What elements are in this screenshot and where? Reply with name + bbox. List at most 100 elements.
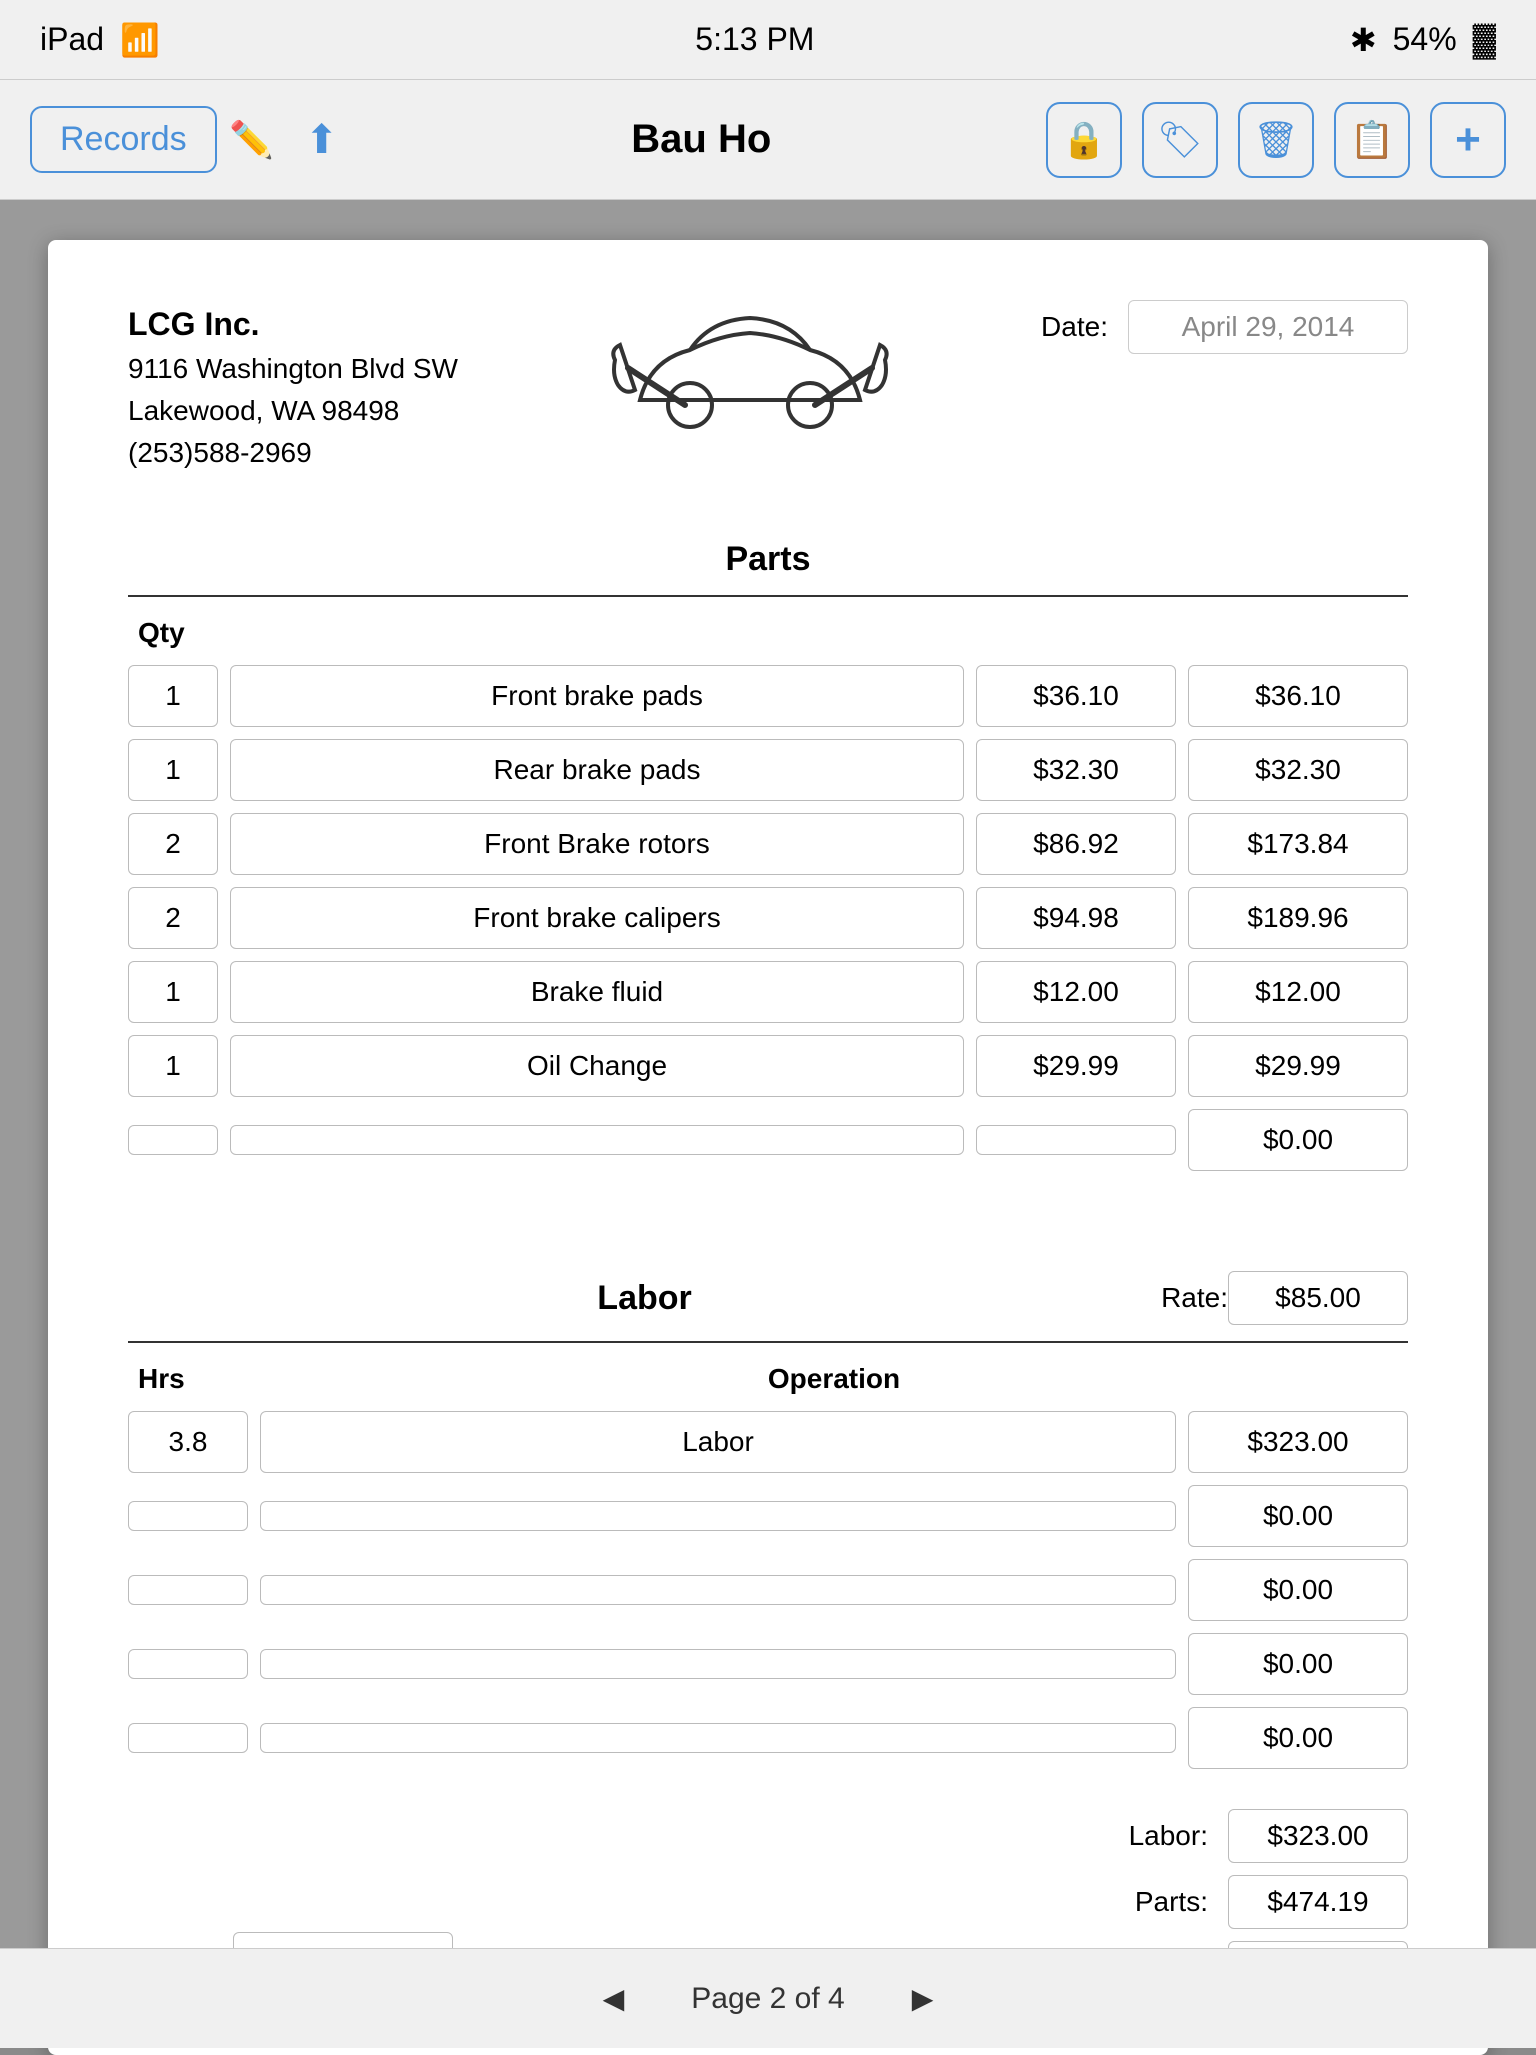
labor-total-4[interactable]: $0.00 <box>1188 1707 1408 1769</box>
company-name: LCG Inc. <box>128 300 458 348</box>
main-content: LCG Inc. 9116 Washington Blvd SW Lakewoo… <box>0 200 1536 1948</box>
company-address2: Lakewood, WA 98498 <box>128 390 458 432</box>
parts-row: 2 Front brake calipers $94.98 $189.96 <box>128 887 1408 949</box>
next-arrow[interactable]: ► <box>905 1978 941 2020</box>
parts-desc-6[interactable] <box>230 1125 964 1155</box>
trash-icon: 🗑 <box>1253 119 1299 161</box>
parts-total-4[interactable]: $12.00 <box>1188 961 1408 1023</box>
share-button[interactable]: ⬆ <box>287 105 357 175</box>
parts-qty-0[interactable]: 1 <box>128 665 218 727</box>
labor-op-0[interactable]: Labor <box>260 1411 1176 1473</box>
parts-total-5[interactable]: $29.99 <box>1188 1035 1408 1097</box>
parts-qty-5[interactable]: 1 <box>128 1035 218 1097</box>
parts-qty-1[interactable]: 1 <box>128 739 218 801</box>
parts-desc-3[interactable]: Front brake calipers <box>230 887 964 949</box>
invoice-header: LCG Inc. 9116 Washington Blvd SW Lakewoo… <box>128 300 1408 474</box>
car-logo <box>610 300 890 460</box>
parts-desc-5[interactable]: Oil Change <box>230 1035 964 1097</box>
parts-total-0[interactable]: $36.10 <box>1188 665 1408 727</box>
parts-total-2[interactable]: $173.84 <box>1188 813 1408 875</box>
share-icon: ⬆ <box>305 117 339 163</box>
labor-row: $0.00 <box>128 1633 1408 1695</box>
labor-hrs-1[interactable] <box>128 1501 248 1531</box>
parts-qty-6[interactable] <box>128 1125 218 1155</box>
invoice-document: LCG Inc. 9116 Washington Blvd SW Lakewoo… <box>48 240 1488 2055</box>
parts-price-6[interactable] <box>976 1125 1176 1155</box>
parts-row: 1 Oil Change $29.99 $29.99 <box>128 1035 1408 1097</box>
labor-total-2[interactable]: $0.00 <box>1188 1559 1408 1621</box>
hrs-header: Hrs <box>128 1363 248 1395</box>
status-bar: iPad 📶 5:13 PM ✱ 54% ▓ <box>0 0 1536 80</box>
page-info: Page 2 of 4 <box>691 1982 844 2016</box>
parts-price-2[interactable]: $86.92 <box>976 813 1176 875</box>
labor-table: 3.8 Labor $323.00 $0.00 $0.00 $0.00 $0.0… <box>128 1411 1408 1769</box>
battery-icon: ▓ <box>1473 21 1496 58</box>
parts-qty-4[interactable]: 1 <box>128 961 218 1023</box>
nav-title: Bau Ho <box>631 117 771 162</box>
status-left: iPad 📶 <box>40 21 160 59</box>
labor-row: $0.00 <box>128 1707 1408 1769</box>
parts-total-3[interactable]: $189.96 <box>1188 887 1408 949</box>
date-label: Date: <box>1041 311 1108 343</box>
parts-price-5[interactable]: $29.99 <box>976 1035 1176 1097</box>
labor-summary-row: Labor: $323.00 <box>1088 1809 1408 1863</box>
copy-icon: 📋 <box>1350 119 1395 161</box>
labor-summary-value: $323.00 <box>1228 1809 1408 1863</box>
rate-value[interactable]: $85.00 <box>1228 1271 1408 1325</box>
labor-hrs-2[interactable] <box>128 1575 248 1605</box>
parts-qty-3[interactable]: 2 <box>128 887 218 949</box>
labor-op-2[interactable] <box>260 1575 1176 1605</box>
wifi-icon: 📶 <box>120 21 160 59</box>
labor-col-headers: Hrs Operation <box>128 1363 1408 1395</box>
labor-row: 3.8 Labor $323.00 <box>128 1411 1408 1473</box>
date-value[interactable]: April 29, 2014 <box>1128 300 1408 354</box>
edit-button[interactable]: ✏️ <box>217 105 287 175</box>
date-field: Date: April 29, 2014 <box>1041 300 1408 354</box>
labor-op-3[interactable] <box>260 1649 1176 1679</box>
tag-button[interactable]: 🏷 <box>1142 102 1218 178</box>
records-button[interactable]: Records <box>30 106 217 173</box>
parts-summary-value: $474.19 <box>1228 1875 1408 1929</box>
parts-row: $0.00 <box>128 1109 1408 1171</box>
parts-table: 1 Front brake pads $36.10 $36.10 1 Rear … <box>128 665 1408 1171</box>
trash-button[interactable]: 🗑 <box>1238 102 1314 178</box>
parts-desc-0[interactable]: Front brake pads <box>230 665 964 727</box>
parts-title: Parts <box>128 524 1408 597</box>
edit-icon: ✏️ <box>229 119 274 161</box>
parts-total-1[interactable]: $32.30 <box>1188 739 1408 801</box>
add-button[interactable]: + <box>1430 102 1506 178</box>
parts-qty-2[interactable]: 2 <box>128 813 218 875</box>
company-address1: 9116 Washington Blvd SW <box>128 348 458 390</box>
parts-summary-row: Parts: $474.19 <box>1088 1875 1408 1929</box>
status-time: 5:13 PM <box>695 21 814 58</box>
parts-desc-2[interactable]: Front Brake rotors <box>230 813 964 875</box>
labor-total-0[interactable]: $323.00 <box>1188 1411 1408 1473</box>
labor-row: $0.00 <box>128 1485 1408 1547</box>
prev-arrow[interactable]: ◄ <box>596 1978 632 2020</box>
battery-label: 54% <box>1393 21 1457 58</box>
device-label: iPad <box>40 21 104 58</box>
labor-op-1[interactable] <box>260 1501 1176 1531</box>
labor-hrs-4[interactable] <box>128 1723 248 1753</box>
parts-row: 1 Rear brake pads $32.30 $32.30 <box>128 739 1408 801</box>
parts-total-6[interactable]: $0.00 <box>1188 1109 1408 1171</box>
parts-price-0[interactable]: $36.10 <box>976 665 1176 727</box>
parts-price-1[interactable]: $32.30 <box>976 739 1176 801</box>
lock-button[interactable]: 🔒 <box>1046 102 1122 178</box>
labor-header: Labor Rate: $85.00 <box>128 1271 1408 1343</box>
parts-desc-4[interactable]: Brake fluid <box>230 961 964 1023</box>
parts-price-4[interactable]: $12.00 <box>976 961 1176 1023</box>
labor-hrs-3[interactable] <box>128 1649 248 1679</box>
parts-row: 1 Brake fluid $12.00 $12.00 <box>128 961 1408 1023</box>
copy-button[interactable]: 📋 <box>1334 102 1410 178</box>
labor-total-3[interactable]: $0.00 <box>1188 1633 1408 1695</box>
labor-hrs-0[interactable]: 3.8 <box>128 1411 248 1473</box>
car-svg <box>610 300 890 460</box>
tag-icon: 🏷 <box>1157 119 1203 161</box>
nav-left: Records ✏️ ⬆ <box>30 105 357 175</box>
parts-price-3[interactable]: $94.98 <box>976 887 1176 949</box>
parts-section: Parts Qty 1 Front brake pads $36.10 $36.… <box>128 524 1408 1171</box>
labor-total-1[interactable]: $0.00 <box>1188 1485 1408 1547</box>
parts-desc-1[interactable]: Rear brake pads <box>230 739 964 801</box>
labor-op-4[interactable] <box>260 1723 1176 1753</box>
